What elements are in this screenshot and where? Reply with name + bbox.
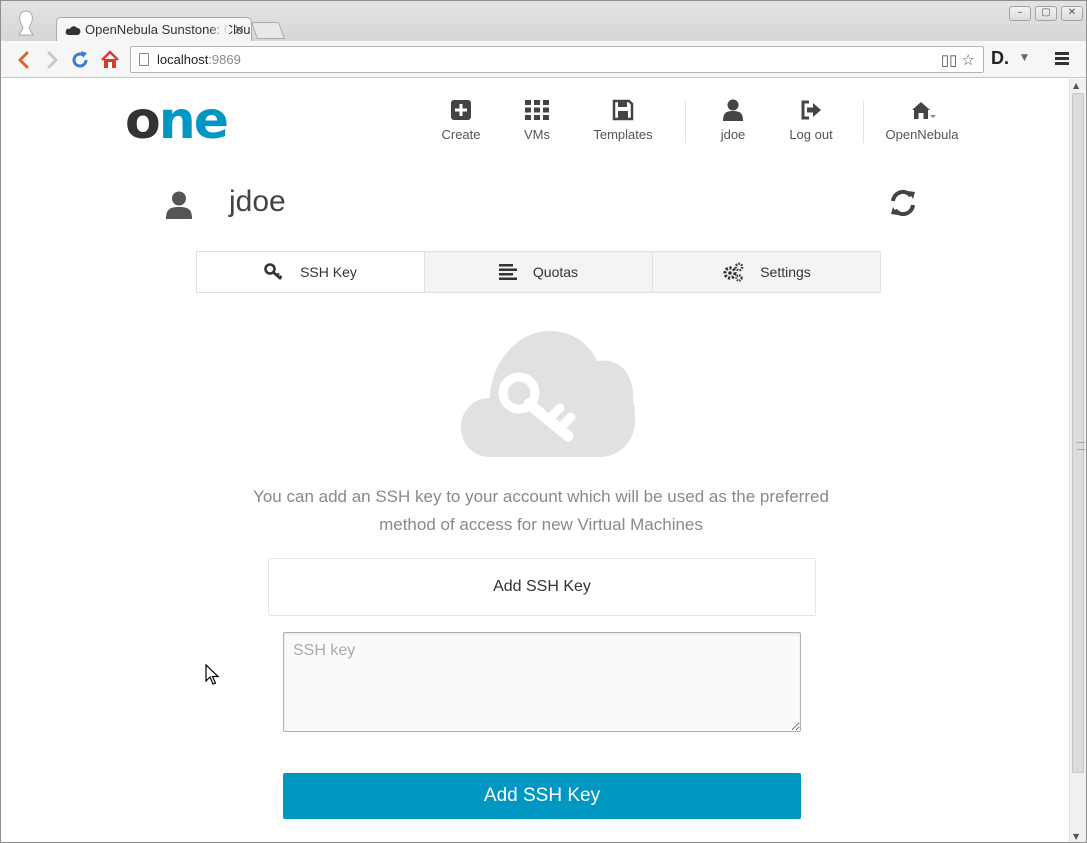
browser-window: OpenNebula Sunstone: Cloud View × – ▢ ✕ … xyxy=(0,0,1087,843)
ssh-description: You can add an SSH key to your account w… xyxy=(253,487,829,534)
nav-zone-label: OpenNebula xyxy=(885,127,959,142)
scroll-down-arrow-icon[interactable]: ▼ xyxy=(1073,832,1079,841)
new-tab-button[interactable] xyxy=(250,22,286,39)
nav-templates[interactable]: Templates xyxy=(591,99,655,142)
add-ssh-key-section-title: Add SSH Key xyxy=(268,558,816,616)
extension-dropdown-icon[interactable]: ▼ xyxy=(1021,53,1028,63)
url-host: localhost xyxy=(157,52,209,67)
user-name-heading: jdoe xyxy=(229,185,286,218)
tab-quotas[interactable]: Quotas xyxy=(424,252,652,292)
browser-toolbar: localhost:9869 ▯▯ ☆ D. ▼ xyxy=(1,41,1086,78)
sign-out-icon xyxy=(801,100,821,120)
save-icon xyxy=(612,99,634,121)
extension-icon[interactable]: D. xyxy=(991,48,1009,69)
address-bar[interactable]: localhost:9869 ▯▯ ☆ xyxy=(130,46,984,73)
cloud-key-illustration-icon xyxy=(461,331,635,457)
tab-settings-label: Settings xyxy=(760,264,811,280)
nav-user[interactable]: jdoe xyxy=(715,99,751,142)
key-icon xyxy=(264,263,283,281)
tab-close-icon[interactable]: × xyxy=(233,22,245,38)
scroll-up-arrow-icon[interactable]: ▲ xyxy=(1073,81,1079,90)
home-button-icon[interactable] xyxy=(99,49,121,71)
user-icon xyxy=(723,99,743,121)
browser-tab[interactable]: OpenNebula Sunstone: Cloud View × xyxy=(56,17,252,42)
browser-menu-icon[interactable] xyxy=(1055,52,1069,66)
nav-create[interactable]: Create xyxy=(437,99,485,142)
profile-icon[interactable] xyxy=(15,9,37,37)
nav-logout[interactable]: Log out xyxy=(787,99,835,142)
scroll-thumb[interactable] xyxy=(1072,93,1085,773)
minimize-button[interactable]: – xyxy=(1009,6,1031,21)
back-icon[interactable] xyxy=(13,49,35,71)
reload-icon[interactable] xyxy=(69,49,91,71)
ssh-key-input[interactable] xyxy=(283,632,801,732)
page-icon xyxy=(139,53,149,66)
tab-strip: OpenNebula Sunstone: Cloud View × – ▢ ✕ xyxy=(1,1,1086,42)
nav-vms-label: VMs xyxy=(524,127,550,142)
tab-quotas-label: Quotas xyxy=(532,264,579,280)
nav-create-label: Create xyxy=(441,127,481,142)
url-port: :9869 xyxy=(208,52,241,67)
page-scrollbar[interactable]: ▲ ▼ xyxy=(1069,79,1086,842)
gears-icon xyxy=(723,262,744,282)
grid-icon xyxy=(525,100,549,120)
maximize-button[interactable]: ▢ xyxy=(1035,6,1057,21)
forward-icon[interactable] xyxy=(41,49,63,71)
cloud-favicon-icon xyxy=(65,26,81,35)
close-window-button[interactable]: ✕ xyxy=(1061,6,1083,21)
align-left-icon xyxy=(498,264,517,280)
nav-divider xyxy=(685,101,686,143)
home-icon xyxy=(912,102,936,119)
nav-logout-label: Log out xyxy=(789,127,833,142)
plus-square-icon xyxy=(451,100,471,120)
add-ssh-key-button[interactable]: Add SSH Key xyxy=(283,773,801,819)
nav-user-label: jdoe xyxy=(720,127,746,142)
refresh-icon[interactable] xyxy=(889,189,917,217)
nav-vms[interactable]: VMs xyxy=(517,99,557,142)
tab-settings[interactable]: Settings xyxy=(652,252,880,292)
reader-mode-icon[interactable]: ▯▯ xyxy=(941,52,958,69)
tab-ssh-key-label: SSH Key xyxy=(300,264,357,280)
page-viewport: one Create VMs Templates jdoe Log out Op… xyxy=(1,79,1069,842)
nav-templates-label: Templates xyxy=(593,127,653,142)
nav-divider xyxy=(863,101,864,143)
nav-zone[interactable]: OpenNebula xyxy=(885,99,959,142)
mouse-cursor-icon xyxy=(205,664,219,685)
dropdown-caret-icon xyxy=(930,115,936,118)
user-tabs: SSH Key Quotas Settings xyxy=(196,251,881,293)
opennebula-logo[interactable]: one xyxy=(125,95,229,147)
bookmark-star-icon[interactable]: ☆ xyxy=(962,52,975,69)
tab-ssh-key[interactable]: SSH Key xyxy=(197,252,424,292)
user-avatar-icon xyxy=(166,191,192,219)
